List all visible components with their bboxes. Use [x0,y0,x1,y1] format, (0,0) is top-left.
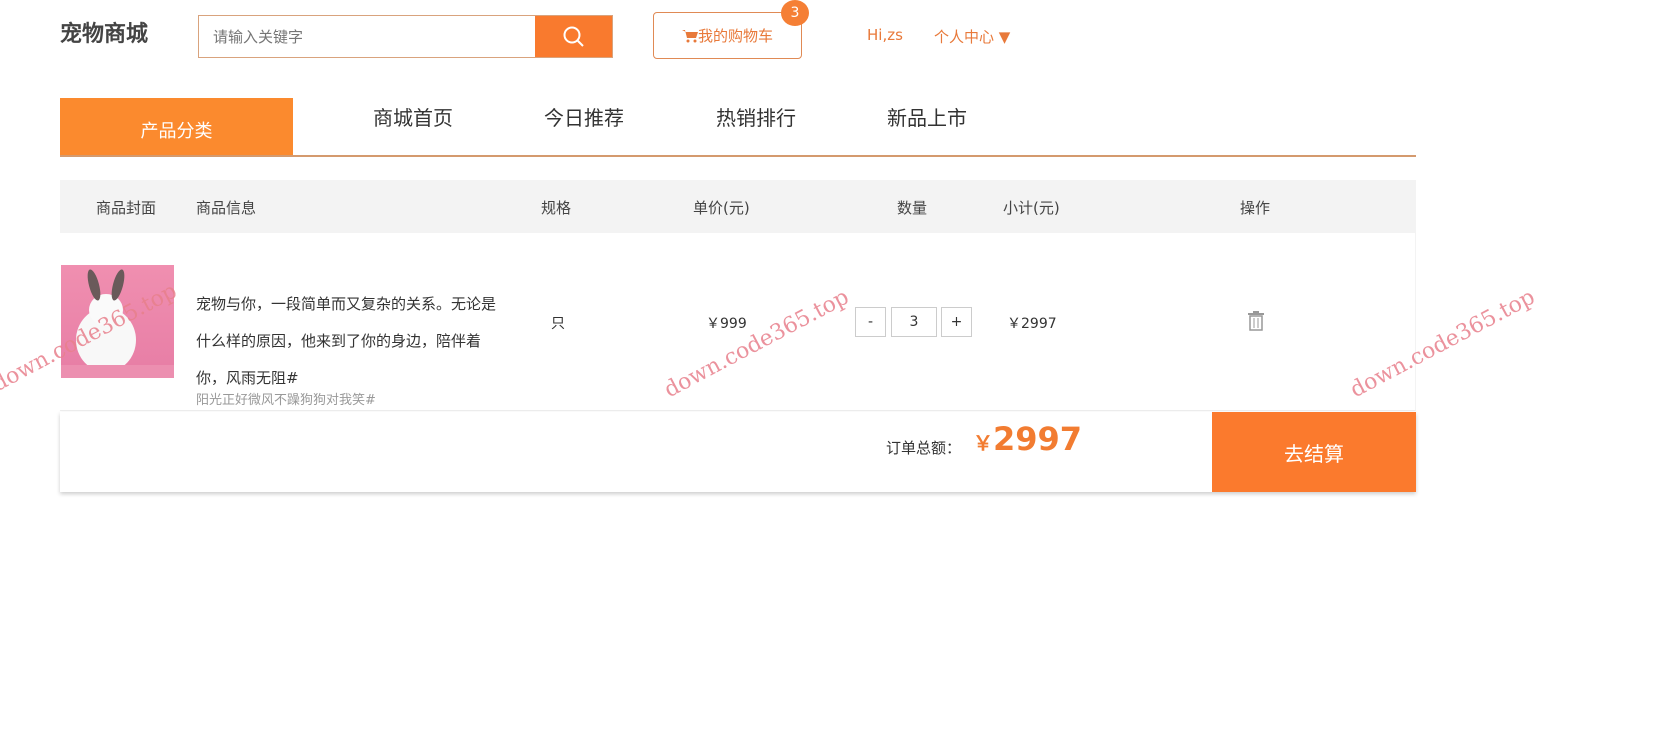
header-actions: 操作 [1240,199,1271,217]
user-center-label: 个人中心 [934,28,995,46]
total-label: 订单总额： [886,439,962,457]
nav-recommend[interactable]: 今日推荐 [544,102,624,131]
nav-new[interactable]: 新品上市 [887,102,967,131]
cart-count-badge: 3 [781,0,809,26]
header-cover: 商品封面 [96,199,157,217]
header-price: 单价(元) [693,199,750,217]
header-subtotal: 小计(元) [1003,199,1060,217]
header-spec: 规格 [541,199,572,217]
caret-down-icon: ▼ [998,28,1011,46]
total-amount: ￥2997 [973,420,1082,458]
nav-hot[interactable]: 热销排行 [716,102,796,131]
header-qty: 数量 [897,199,928,217]
trash-icon [1248,311,1264,331]
nav-divider [60,155,1416,157]
product-subtitle: 阳光正好微风不躁狗狗对我笑# [196,393,376,408]
search-bar [198,15,613,58]
header-info: 商品信息 [196,199,257,217]
product-description[interactable]: 宠物与你，一段简单而又复杂的关系。无论是什么样的原因，他来到了你的身边，陪伴着你… [196,286,496,397]
total-value: 2997 [993,420,1083,458]
unit-price: ￥999 [706,316,747,332]
cart-button[interactable]: 我的购物车 [653,12,802,59]
qty-increase-button[interactable]: + [941,307,972,337]
product-spec: 只 [551,316,565,332]
nav-home[interactable]: 商城首页 [373,102,453,131]
checkout-button[interactable]: 去结算 [1212,412,1416,492]
search-icon [563,26,584,47]
row-subtotal: ￥2997 [1007,316,1057,332]
site-logo[interactable]: 宠物商城 [60,16,148,48]
nav-category[interactable]: 产品分类 [60,98,293,156]
search-button[interactable] [535,16,612,57]
search-input[interactable] [199,16,535,57]
qty-decrease-button[interactable]: - [855,307,886,337]
qty-input[interactable]: 3 [891,307,937,337]
cart-label: 我的购物车 [697,27,773,45]
cart-icon [681,29,698,42]
delete-button[interactable] [1247,311,1265,335]
currency-symbol: ￥ [973,431,993,455]
user-greeting[interactable]: Hi,zs [867,26,903,44]
user-center-menu[interactable]: 个人中心 ▼ [934,26,1010,47]
